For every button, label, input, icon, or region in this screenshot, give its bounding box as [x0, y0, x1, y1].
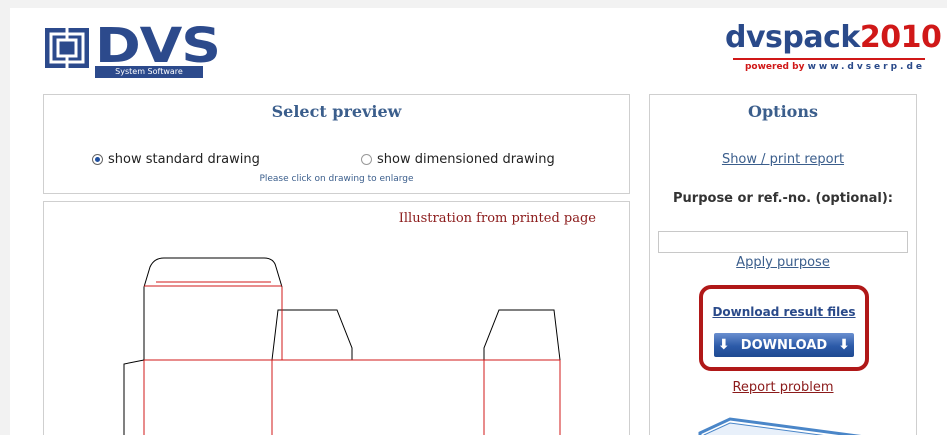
- brand-name: dvspack: [725, 20, 860, 55]
- top-flap-cut: [143, 257, 283, 288]
- logo-subtitle: System Software: [95, 66, 203, 78]
- radio-standard[interactable]: [92, 154, 103, 165]
- show-print-report-link[interactable]: Show / print report: [650, 152, 916, 167]
- dvspack-logo[interactable]: dvspack2010 powered by www.dvserp.de: [725, 20, 942, 82]
- radio-dimensioned[interactable]: [361, 154, 372, 165]
- dvs-logo[interactable]: DVS System Software: [43, 18, 221, 80]
- brand-powered-by: powered by: [744, 62, 805, 72]
- download-highlight-box: Download result files ⬇ DOWNLOAD ⬇: [699, 285, 869, 371]
- brand-divider: [733, 58, 925, 60]
- option-dimensioned-label: show dimensioned drawing: [377, 152, 555, 167]
- enlarge-hint: Please click on drawing to enlarge: [259, 174, 414, 184]
- download-button-label: DOWNLOAD: [740, 337, 828, 353]
- brand-website: www.dvserp.de: [807, 62, 925, 72]
- purpose-input[interactable]: [658, 231, 908, 253]
- download-button[interactable]: ⬇ DOWNLOAD ⬇: [714, 333, 854, 357]
- dust-flap-right-cut: [483, 309, 561, 361]
- select-preview-panel: Select preview show standard drawing sho…: [43, 94, 630, 194]
- box-graphic-icon: DS: [698, 417, 862, 435]
- box-die-drawing[interactable]: [44, 202, 629, 435]
- dvs-cube-icon: [45, 28, 89, 68]
- options-title: Options: [748, 102, 818, 121]
- brand-year: 2010: [859, 20, 942, 55]
- option-dimensioned-drawing[interactable]: show dimensioned drawing: [361, 152, 555, 167]
- options-panel: Options Show / print report Purpose or r…: [649, 94, 917, 435]
- purpose-label: Purpose or ref.-no. (optional):: [673, 191, 893, 206]
- download-result-files-link[interactable]: Download result files: [703, 305, 865, 319]
- select-preview-title: Select preview: [271, 102, 402, 121]
- apply-purpose-link[interactable]: Apply purpose: [650, 255, 916, 270]
- arrow-down-icon: ⬇: [718, 337, 730, 353]
- page: DVS System Software dvspack2010 powered …: [10, 8, 947, 435]
- dust-flap-left-cut: [271, 309, 353, 361]
- option-standard-drawing[interactable]: show standard drawing: [92, 152, 260, 167]
- arrow-down-icon: ⬇: [838, 337, 850, 353]
- report-problem-link[interactable]: Report problem: [650, 380, 916, 395]
- drawing-panel[interactable]: Illustration from printed page: [43, 201, 630, 435]
- option-standard-label: show standard drawing: [108, 152, 260, 167]
